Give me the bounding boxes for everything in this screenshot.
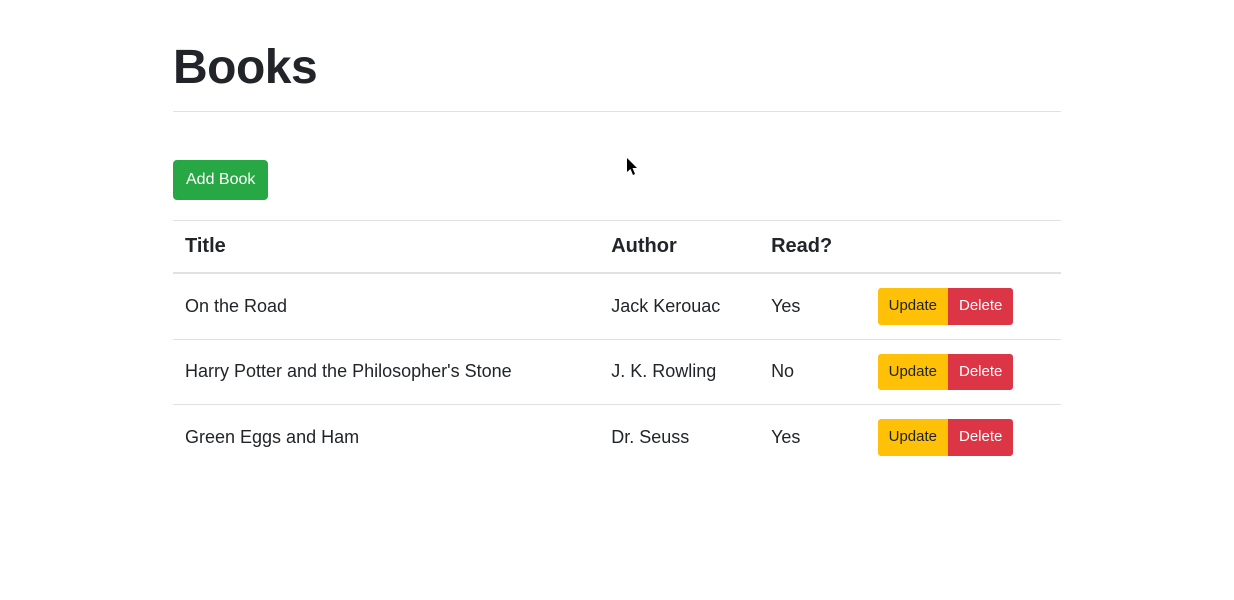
table-header-read: Read? [759,221,866,274]
cell-author: J. K. Rowling [599,339,759,405]
add-book-button[interactable]: Add Book [173,160,268,200]
books-table: Title Author Read? On the Road Jack Kero… [173,220,1061,470]
cell-read: No [759,339,866,405]
cell-title: Green Eggs and Ham [173,405,599,470]
page-title: Books [173,40,1061,95]
cell-title: Harry Potter and the Philosopher's Stone [173,339,599,405]
title-divider [173,111,1061,112]
update-button[interactable]: Update [878,419,948,456]
table-header-actions [866,221,1061,274]
cell-actions: Update Delete [866,339,1061,405]
update-button[interactable]: Update [878,354,948,391]
table-row: On the Road Jack Kerouac Yes Update Dele… [173,273,1061,339]
table-row: Green Eggs and Ham Dr. Seuss Yes Update … [173,405,1061,470]
delete-button[interactable]: Delete [948,288,1013,325]
table-header-author: Author [599,221,759,274]
table-header-title: Title [173,221,599,274]
delete-button[interactable]: Delete [948,419,1013,456]
delete-button[interactable]: Delete [948,354,1013,391]
cell-title: On the Road [173,273,599,339]
cell-author: Dr. Seuss [599,405,759,470]
update-button[interactable]: Update [878,288,948,325]
cell-read: Yes [759,405,866,470]
cell-actions: Update Delete [866,405,1061,470]
cell-author: Jack Kerouac [599,273,759,339]
cell-actions: Update Delete [866,273,1061,339]
cell-read: Yes [759,273,866,339]
table-row: Harry Potter and the Philosopher's Stone… [173,339,1061,405]
